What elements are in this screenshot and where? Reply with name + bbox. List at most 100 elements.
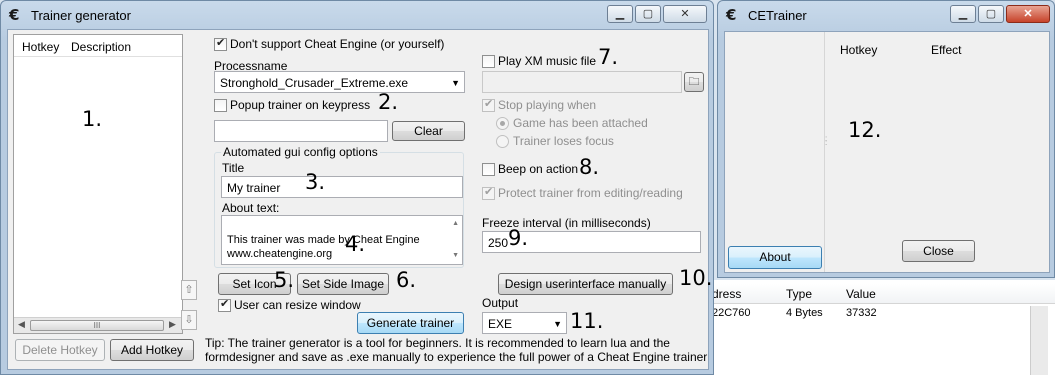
game-attached-radio[interactable] (496, 117, 509, 130)
user-can-resize-checkbox[interactable] (218, 297, 231, 312)
xm-file-field[interactable] (482, 71, 682, 93)
popup-on-keypress-checkbox[interactable] (214, 99, 227, 112)
generate-trainer-label: Generate trainer (366, 316, 455, 330)
bg-col-address: dress (712, 287, 742, 301)
set-side-image-label: Set Side Image (301, 277, 385, 291)
ce-effect-header: Effect (931, 43, 962, 57)
stop-playing-label: Stop playing when (498, 98, 597, 112)
annotation-2: 2. (378, 90, 399, 114)
scroll-left-icon[interactable]: ◀ (18, 319, 25, 330)
cheat-engine-logo-icon: € (9, 6, 20, 24)
design-ui-button[interactable]: Design userinterface manually (498, 273, 673, 295)
description-column-header[interactable]: Description (71, 40, 131, 54)
about-text-value: This trainer was made by Cheat Engine ww… (227, 234, 420, 260)
annotation-4: 4. (345, 232, 366, 256)
delete-hotkey-button[interactable]: Delete Hotkey (15, 339, 105, 361)
close-icon: ✕ (1023, 8, 1033, 20)
hotkey-list-scrollbar[interactable]: ◀ III ▶ (14, 317, 182, 333)
minimize-icon: ▁ (615, 8, 625, 20)
chevron-down-icon: ▼ (451, 78, 460, 88)
hotkey-column-header[interactable]: Hotkey (22, 40, 59, 54)
add-hotkey-label: Add Hotkey (120, 343, 184, 357)
freeze-interval-value: 250 (488, 236, 509, 250)
title-field[interactable]: My trainer (221, 176, 463, 198)
output-label: Output (482, 296, 519, 310)
annotation-1: 1. (82, 107, 103, 131)
tip-text-content: Tip: The trainer generator is a tool for… (205, 336, 708, 364)
ce-close-dialog-button[interactable]: Close (902, 240, 975, 262)
title-label: Title (222, 161, 245, 175)
close-button[interactable]: ✕ (663, 5, 707, 23)
annotation-6: 6. (396, 268, 417, 292)
ce-hotkey-header: Hotkey (840, 43, 878, 57)
generate-trainer-button[interactable]: Generate trainer (357, 312, 464, 334)
background-table-row[interactable]: 22C760 4 Bytes 37332 (700, 306, 1030, 324)
ce-maximize-button[interactable]: ▢ (978, 5, 1004, 23)
user-can-resize-label: User can resize window (234, 298, 361, 312)
ce-close-label: Close (923, 244, 954, 258)
minimize-button[interactable]: ▁ (607, 5, 633, 23)
set-icon-label: Set Icon (232, 277, 277, 291)
trainer-loses-focus-radio[interactable] (496, 135, 509, 148)
clear-label: Clear (414, 124, 443, 138)
dont-support-ce-checkbox[interactable] (214, 36, 227, 51)
bg-col-type: Type (786, 287, 813, 301)
ce-title-bar[interactable]: € CETrainer ▁ ▢ ✕ (718, 1, 1054, 31)
beep-on-action-checkbox[interactable] (482, 163, 495, 176)
annotation-11: 11. (570, 309, 604, 333)
arrow-up-icon: ⇧ (184, 284, 194, 296)
annotation-10: 10. (679, 266, 713, 290)
ce-splitter[interactable]: :: (825, 135, 827, 147)
popup-on-keypress-label: Popup trainer on keypress (230, 98, 371, 112)
annotation-3: 3. (305, 170, 326, 194)
game-attached-label: Game has been attached (513, 116, 648, 130)
stop-playing-checkbox[interactable] (482, 97, 495, 112)
cetrainer-window: € CETrainer ▁ ▢ ✕ :: About Hotkey Effect… (717, 0, 1055, 278)
clear-button[interactable]: Clear (392, 121, 465, 141)
ce-minimize-button[interactable]: ▁ (950, 5, 976, 23)
scroll-right-icon[interactable]: ▶ (169, 319, 176, 330)
chevron-down-icon: ▼ (553, 319, 562, 329)
maximize-button[interactable]: ▢ (635, 5, 661, 23)
hotkey-list[interactable]: Hotkey Description ◀ III ▶ (13, 34, 183, 334)
dont-support-ce-label: Don't support Cheat Engine (or yourself) (230, 37, 445, 51)
move-down-button[interactable]: ⇩ (181, 310, 197, 330)
folder-icon: 🗀 (688, 76, 700, 88)
bg-cell-value: 37332 (846, 307, 877, 319)
bg-scrollbar[interactable] (1030, 306, 1048, 375)
browse-xm-button[interactable]: 🗀 (684, 72, 704, 92)
scroll-thumb-grip: III (93, 321, 101, 330)
window-title: Trainer generator (31, 8, 131, 23)
gui-config-group-title: Automated gui config options (221, 145, 380, 159)
annotation-7: 7. (598, 45, 619, 69)
popup-hotkey-field[interactable] (214, 120, 388, 142)
set-side-image-button[interactable]: Set Side Image (297, 273, 389, 295)
annotation-12: 12. (848, 118, 882, 142)
ce-window-title: CETrainer (748, 8, 807, 23)
output-select[interactable]: EXE ▼ (482, 312, 567, 334)
about-text-area[interactable]: This trainer was made by Cheat Engine ww… (221, 215, 463, 265)
ce-close-button[interactable]: ✕ (1006, 5, 1050, 23)
beep-on-action-label: Beep on action (498, 162, 579, 176)
output-value: EXE (488, 317, 513, 331)
annotation-5: 5. (274, 268, 295, 292)
add-hotkey-button[interactable]: Add Hotkey (110, 339, 194, 361)
title-bar[interactable]: € Trainer generator ▁ ▢ ✕ (1, 1, 713, 31)
cheat-engine-logo-icon: € (726, 6, 737, 24)
background-table-header: dress Type Value (700, 284, 1055, 304)
design-ui-label: Design userinterface manually (504, 277, 667, 291)
delete-hotkey-label: Delete Hotkey (22, 343, 98, 357)
close-icon: ✕ (680, 8, 690, 20)
scroll-thumb[interactable]: III (30, 320, 164, 331)
play-xm-checkbox[interactable] (482, 55, 495, 68)
ce-client-area: :: About Hotkey Effect Close (724, 31, 1050, 273)
maximize-icon: ▢ (642, 8, 654, 20)
textarea-scroll-down-icon[interactable]: ▼ (452, 249, 459, 263)
move-up-button[interactable]: ⇧ (181, 280, 197, 300)
protect-trainer-checkbox[interactable] (482, 185, 495, 200)
ce-about-button[interactable]: About (728, 246, 822, 269)
annotation-8: 8. (579, 155, 600, 179)
textarea-scroll-up-icon[interactable]: ▲ (452, 217, 459, 231)
processname-select[interactable]: Stronghold_Crusader_Extreme.exe ▼ (214, 71, 465, 93)
ce-about-label: About (759, 250, 791, 264)
